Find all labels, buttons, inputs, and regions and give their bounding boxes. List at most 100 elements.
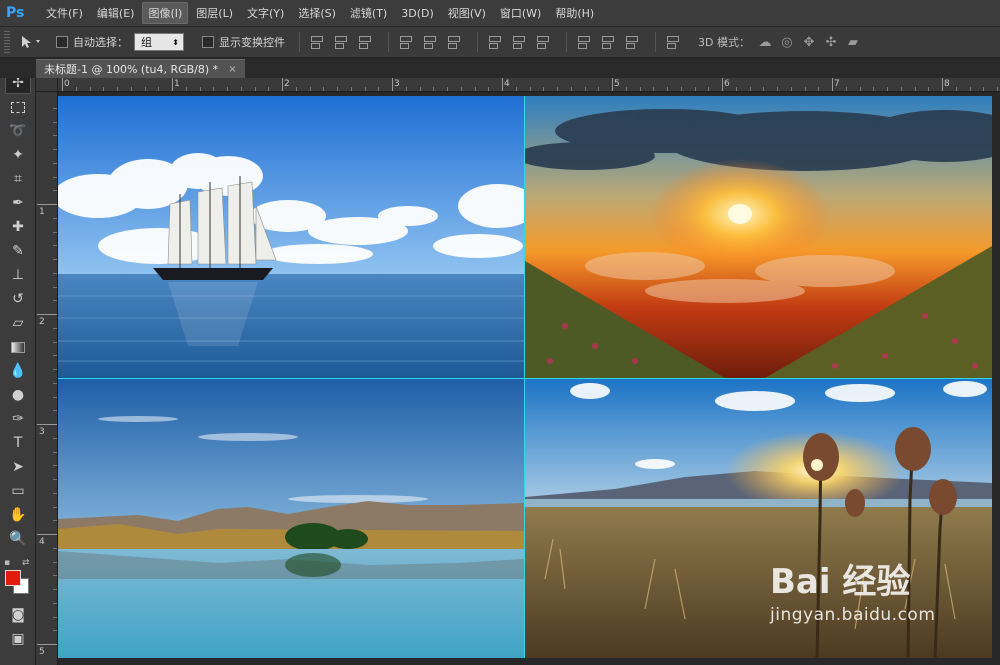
distribute-top-icon[interactable] bbox=[486, 34, 504, 50]
ruler-origin[interactable] bbox=[36, 78, 58, 92]
show-transform-checkbox[interactable] bbox=[202, 36, 214, 48]
ruler-major-tick bbox=[832, 78, 833, 91]
align-left-icon[interactable] bbox=[397, 34, 415, 50]
document-tab[interactable]: 未标题-1 @ 100% (tu4, RGB/8) * × bbox=[36, 59, 245, 78]
path-select-tool-icon[interactable]: ➤ bbox=[5, 456, 31, 478]
quick-select-tool-icon[interactable]: ✦ bbox=[5, 144, 31, 166]
image-sailing-ship[interactable] bbox=[58, 96, 524, 378]
3d-roll-icon[interactable]: ◎ bbox=[778, 34, 796, 50]
menu-select[interactable]: 选择(S) bbox=[292, 2, 342, 24]
ruler-minor-tick bbox=[185, 87, 187, 91]
distribute-bottom-icon[interactable] bbox=[534, 34, 552, 50]
clone-stamp-tool-icon[interactable]: ⊥ bbox=[5, 264, 31, 286]
show-transform-label: 显示变换控件 bbox=[219, 36, 285, 49]
move-tool-icon bbox=[22, 36, 40, 48]
ruler-minor-tick bbox=[350, 87, 352, 91]
ruler-minor-tick bbox=[53, 575, 57, 577]
default-colors-icon[interactable]: ▪ bbox=[4, 558, 10, 568]
menu-window[interactable]: 窗口(W) bbox=[494, 2, 547, 24]
menu-type[interactable]: 文字(Y) bbox=[241, 2, 290, 24]
ruler-minor-tick bbox=[433, 87, 435, 91]
foreground-color-swatch[interactable] bbox=[5, 570, 21, 586]
swap-colors-icon[interactable]: ⇄ bbox=[22, 558, 30, 568]
3d-pan-icon[interactable]: ✥ bbox=[800, 34, 818, 50]
distribute-hcenter-icon[interactable] bbox=[599, 34, 617, 50]
eyedropper-tool-icon[interactable]: ✒ bbox=[5, 192, 31, 214]
align-hcenter-icon[interactable] bbox=[421, 34, 439, 50]
ruler-minor-tick bbox=[474, 87, 476, 91]
zoom-tool-icon[interactable]: 🔍 bbox=[5, 528, 31, 550]
distribute-left-icon[interactable] bbox=[575, 34, 593, 50]
ruler-minor-tick bbox=[955, 87, 957, 91]
history-brush-tool-icon[interactable]: ↺ bbox=[5, 288, 31, 310]
align-bottom-icon[interactable] bbox=[356, 34, 374, 50]
ruler-minor-tick bbox=[680, 87, 682, 91]
quick-mask-icon[interactable]: ◙ bbox=[5, 604, 31, 626]
marquee-tool-icon[interactable] bbox=[5, 96, 31, 118]
auto-select-dropdown[interactable]: 组 ⬍ bbox=[134, 33, 184, 51]
ruler-minor-tick bbox=[53, 451, 57, 453]
gradient-tool-icon[interactable] bbox=[5, 336, 31, 358]
auto-select-checkbox[interactable] bbox=[56, 36, 68, 48]
document-tab-title: 未标题-1 @ 100% (tu4, RGB/8) * bbox=[44, 63, 219, 76]
align-top-icon[interactable] bbox=[308, 34, 326, 50]
distribute-right-icon[interactable] bbox=[623, 34, 641, 50]
pen-tool-icon[interactable]: ✑ bbox=[5, 408, 31, 430]
lasso-tool-icon[interactable]: ➰ bbox=[5, 120, 31, 142]
auto-align-layers-icon[interactable] bbox=[664, 34, 682, 50]
eraser-tool-icon[interactable]: ▱ bbox=[5, 312, 31, 334]
3d-slide-icon[interactable]: ✣ bbox=[822, 34, 840, 50]
menu-view[interactable]: 视图(V) bbox=[442, 2, 492, 24]
distribute-vcenter-icon[interactable] bbox=[510, 34, 528, 50]
ruler-top-label: 6 bbox=[724, 79, 730, 89]
blur-tool-icon[interactable]: 💧 bbox=[5, 360, 31, 382]
ruler-minor-tick bbox=[53, 396, 57, 398]
ruler-left-label: 1 bbox=[39, 207, 45, 217]
ruler-minor-tick bbox=[53, 149, 57, 150]
menu-file[interactable]: 文件(F) bbox=[40, 2, 89, 24]
3d-rotate-icon[interactable]: ☁ bbox=[756, 34, 774, 50]
menu-filter[interactable]: 滤镜(T) bbox=[344, 2, 393, 24]
ruler-minor-tick bbox=[53, 135, 57, 137]
ruler-minor-tick bbox=[419, 87, 421, 91]
ruler-minor-tick bbox=[378, 87, 380, 91]
tool-preset-picker[interactable] bbox=[18, 34, 44, 50]
type-tool-icon[interactable]: T bbox=[5, 432, 31, 454]
menu-bar: Ps 文件(F) 编辑(E) 图像(I) 图层(L) 文字(Y) 选择(S) 滤… bbox=[0, 0, 1000, 26]
ruler-minor-tick bbox=[818, 87, 820, 91]
vertical-guide[interactable] bbox=[524, 96, 525, 658]
ruler-major-tick bbox=[722, 78, 723, 91]
ruler-left-label: 3 bbox=[39, 427, 45, 437]
ruler-minor-tick bbox=[53, 190, 57, 192]
ruler-minor-tick bbox=[543, 87, 545, 91]
ruler-left-label: 2 bbox=[39, 317, 45, 327]
ruler-minor-tick bbox=[53, 272, 57, 274]
rectangle-tool-icon[interactable]: ▭ bbox=[5, 480, 31, 502]
hand-tool-icon[interactable]: ✋ bbox=[5, 504, 31, 526]
image-mountain-lake[interactable] bbox=[58, 379, 524, 658]
menu-edit[interactable]: 编辑(E) bbox=[91, 2, 141, 24]
ruler-minor-tick bbox=[53, 121, 57, 123]
3d-scale-icon[interactable]: ▰ bbox=[844, 34, 862, 50]
vertical-ruler[interactable]: 1 2 3 4 5 bbox=[36, 92, 58, 665]
ruler-minor-tick bbox=[405, 87, 407, 91]
canvas-workspace[interactable]: Bai 经验 jingyan.baidu.com bbox=[58, 92, 1000, 665]
options-grip[interactable] bbox=[4, 31, 10, 53]
horizontal-ruler[interactable]: 0 1 2 3 4 5 6 7 8 bbox=[58, 78, 1000, 92]
dodge-tool-icon[interactable]: ● bbox=[5, 384, 31, 406]
close-icon[interactable]: × bbox=[228, 64, 236, 75]
brush-tool-icon[interactable]: ✎ bbox=[5, 240, 31, 262]
align-vcenter-icon[interactable] bbox=[332, 34, 350, 50]
screen-mode-icon[interactable]: ▣ bbox=[5, 628, 31, 650]
menu-layer[interactable]: 图层(L) bbox=[190, 2, 239, 24]
crop-tool-icon[interactable]: ⌗ bbox=[5, 168, 31, 190]
healing-brush-tool-icon[interactable]: ✚ bbox=[5, 216, 31, 238]
menu-help[interactable]: 帮助(H) bbox=[549, 2, 600, 24]
image-sunset-valley[interactable] bbox=[525, 96, 992, 378]
ruler-minor-tick bbox=[873, 87, 875, 91]
menu-3d[interactable]: 3D(D) bbox=[395, 4, 440, 23]
align-right-icon[interactable] bbox=[445, 34, 463, 50]
horizontal-guide[interactable] bbox=[58, 378, 992, 379]
menu-image[interactable]: 图像(I) bbox=[142, 2, 189, 24]
ruler-minor-tick bbox=[103, 87, 105, 91]
